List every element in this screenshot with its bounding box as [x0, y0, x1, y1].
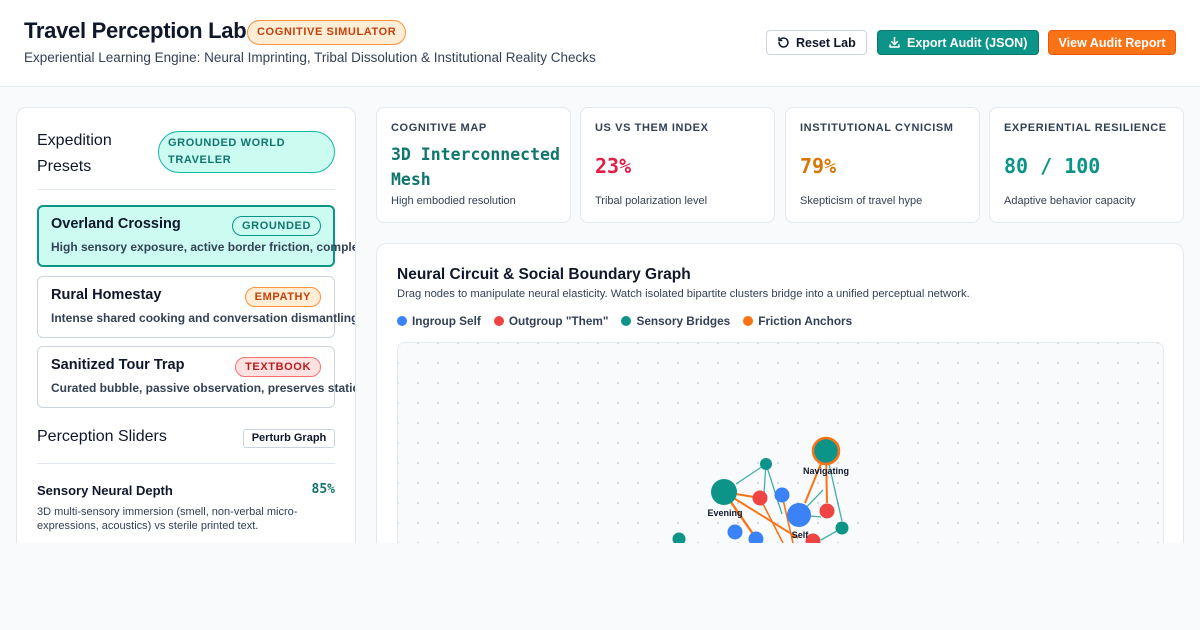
perturb-graph-button[interactable]: Perturb Graph	[243, 429, 335, 448]
legend-label: Outgroup "Them"	[508, 314, 609, 328]
graph-node-ingroup[interactable]	[774, 487, 790, 503]
legend-item-ingroup: Ingroup Self	[397, 314, 481, 328]
slider-description: 3D multi-sensory immersion (smell, non-v…	[37, 506, 298, 532]
legend-item-outgroup: Outgroup "Them"	[493, 314, 609, 328]
legend-label: Ingroup Self	[412, 314, 481, 328]
legend-dot	[493, 316, 504, 326]
reset-lab-button[interactable]: Reset Lab	[766, 30, 867, 55]
graph-node-self[interactable]	[787, 503, 811, 527]
presets-badge: GROUNDED WORLD TRAVELER	[158, 131, 335, 173]
download-icon	[889, 36, 900, 48]
legend-item-friction-anchors: Friction Anchors	[743, 314, 852, 328]
graph-subtitle: Drag nodes to manipulate neural elastici…	[397, 288, 970, 300]
preset-name: Rural Homestay	[51, 287, 162, 303]
preset-name: Overland Crossing	[51, 216, 181, 232]
legend-dot	[397, 316, 407, 326]
node-label-evening: Evening	[707, 508, 742, 518]
metric-value: 79%	[800, 154, 837, 178]
metric-description: Tribal polarization level	[595, 195, 708, 207]
view-audit-report-button[interactable]: View Audit Report	[1048, 30, 1176, 55]
graph-node-outgroup[interactable]	[819, 503, 835, 519]
graph-title: Neural Circuit & Social Boundary Graph	[397, 266, 691, 283]
metric-label: INSTITUTIONAL CYNICISM	[800, 122, 954, 134]
page-background	[0, 543, 1200, 630]
graph-node-bridge[interactable]	[835, 521, 849, 535]
legend-item-sensory-bridges: Sensory Bridges	[621, 314, 730, 328]
refresh-icon	[778, 37, 789, 48]
divider	[37, 189, 335, 190]
metric-label: US VS THEM INDEX	[595, 122, 709, 134]
export-audit-button[interactable]: Export Audit (JSON)	[877, 30, 1039, 55]
reset-lab-label: Reset Lab	[796, 35, 856, 50]
preset-description: Intense shared cooking and conversation …	[51, 311, 356, 325]
preset-name: Sanitized Tour Trap	[51, 357, 185, 373]
preset-description: High sensory exposure, active border fri…	[51, 240, 355, 254]
preset-tag: EMPATHY	[244, 287, 321, 307]
graph-node-bridge[interactable]	[760, 458, 772, 470]
divider	[37, 463, 335, 464]
top-bar: Travel Perception Lab COGNITIVE SIMULATO…	[0, 0, 1200, 87]
metric-label: EXPERIENTIAL RESILIENCE	[1004, 122, 1167, 134]
legend-label: Sensory Bridges	[636, 314, 731, 328]
metric-description: High embodied resolution	[391, 195, 516, 207]
metric-value: 3D Interconnected Mesh	[391, 145, 560, 189]
metric-description: Skepticism of travel hype	[800, 195, 923, 207]
graph-node-outgroup[interactable]	[752, 490, 768, 506]
slider-value: 85%	[311, 482, 335, 497]
slider-label: Sensory Neural Depth	[37, 483, 173, 498]
preset-overland-crossing[interactable]: Overland Crossing GROUNDED High sensory …	[37, 205, 355, 267]
preset-tag: TEXTBOOK	[235, 357, 321, 377]
view-audit-report-label: View Audit Report	[1058, 35, 1166, 50]
app-subtitle: Experiential Learning Engine: Neural Imp…	[24, 50, 596, 65]
metric-us-vs-them-index: US VS THEM INDEX 23% Tribal polarization…	[580, 107, 775, 223]
graph-panel: Neural Circuit & Social Boundary Graph D…	[376, 243, 1184, 577]
sliders-title: Perception Sliders	[37, 428, 167, 445]
export-audit-label: Export Audit (JSON)	[907, 35, 1028, 50]
left-panel: Expedition Presets GROUNDED WORLD TRAVEL…	[16, 107, 356, 577]
metric-value: 23%	[595, 154, 632, 178]
metric-experiential-resilience: EXPERIENTIAL RESILIENCE 80 / 100 Adaptiv…	[989, 107, 1184, 223]
graph-legend: Ingroup Self Outgroup "Them" Sensory Bri…	[397, 314, 852, 328]
legend-dot	[743, 316, 754, 326]
preset-sanitized-tour-trap[interactable]: Sanitized Tour Trap TEXTBOOK Curated bub…	[37, 346, 355, 408]
graph-node-ingroup[interactable]	[727, 524, 743, 540]
presets-title: Expedition Presets	[37, 132, 112, 175]
graph-node-navigating[interactable]	[811, 436, 841, 466]
preset-tag: GROUNDED	[232, 216, 321, 236]
node-label-self: Self	[792, 530, 810, 540]
metric-description: Adaptive behavior capacity	[1004, 195, 1136, 207]
legend-dot	[621, 316, 632, 326]
mode-badge: COGNITIVE SIMULATOR	[247, 20, 407, 45]
graph-nodes[interactable]	[672, 436, 849, 549]
network-graph[interactable]: Navigating Evening Self	[398, 343, 1164, 572]
preset-description: Curated bubble, passive observation, pre…	[51, 381, 356, 395]
metric-cognitive-map: COGNITIVE MAP 3D Interconnected Mesh Hig…	[376, 107, 571, 223]
metric-label: COGNITIVE MAP	[391, 122, 487, 134]
legend-label: Friction Anchors	[758, 314, 853, 328]
graph-node-evening[interactable]	[711, 479, 737, 505]
metric-institutional-cynicism: INSTITUTIONAL CYNICISM 79% Skepticism of…	[785, 107, 980, 223]
graph-canvas[interactable]: Navigating Evening Self	[397, 342, 1164, 572]
node-label-navigating: Navigating	[803, 466, 849, 476]
app-title: Travel Perception Lab	[24, 18, 247, 43]
preset-rural-homestay[interactable]: Rural Homestay EMPATHY Intense shared co…	[37, 276, 355, 338]
metric-value: 80 / 100	[1004, 154, 1101, 178]
